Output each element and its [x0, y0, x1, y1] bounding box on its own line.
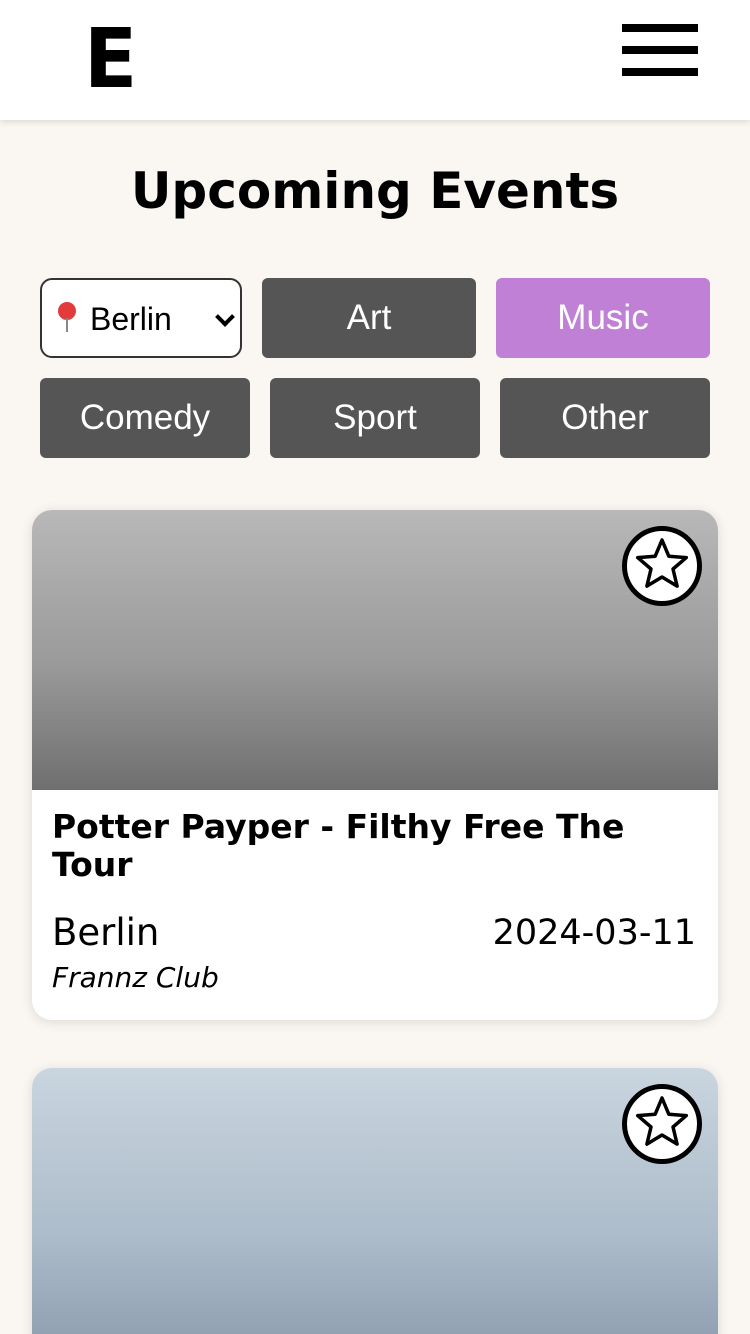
event-image — [32, 510, 718, 790]
app-logo[interactable]: E — [84, 19, 137, 101]
city-select-value: Berlin — [90, 301, 172, 337]
page-title: Upcoming Events — [130, 162, 620, 220]
menu-line — [622, 24, 698, 32]
category-sport-button[interactable]: Sport — [270, 378, 480, 458]
location-pin-icon — [56, 302, 78, 338]
category-art-button[interactable]: Art — [262, 278, 476, 358]
chevron-down-icon — [215, 307, 235, 327]
app-header: E — [0, 0, 750, 120]
menu-line — [622, 46, 698, 54]
favorite-button[interactable] — [622, 1084, 702, 1164]
event-date: 2024-03-11 — [492, 913, 696, 953]
hamburger-menu-icon[interactable] — [622, 24, 698, 76]
favorite-button[interactable] — [622, 526, 702, 606]
menu-line — [622, 68, 698, 76]
event-title[interactable]: Potter Payper - Filthy Free The Tour — [52, 808, 692, 884]
city-select[interactable]: Berlin — [40, 278, 242, 358]
event-card[interactable]: Potter Payper - Filthy Free The Tour Ber… — [32, 510, 718, 1020]
category-comedy-button[interactable]: Comedy — [40, 378, 250, 458]
category-music-button[interactable]: Music — [496, 278, 710, 358]
star-outline-icon — [635, 1096, 689, 1146]
event-venue: Frannz Club — [52, 961, 219, 994]
category-other-button[interactable]: Other — [500, 378, 710, 458]
event-card[interactable] — [32, 1068, 718, 1334]
event-image — [32, 1068, 718, 1334]
star-outline-icon — [635, 538, 689, 588]
event-city: Berlin — [52, 911, 160, 954]
